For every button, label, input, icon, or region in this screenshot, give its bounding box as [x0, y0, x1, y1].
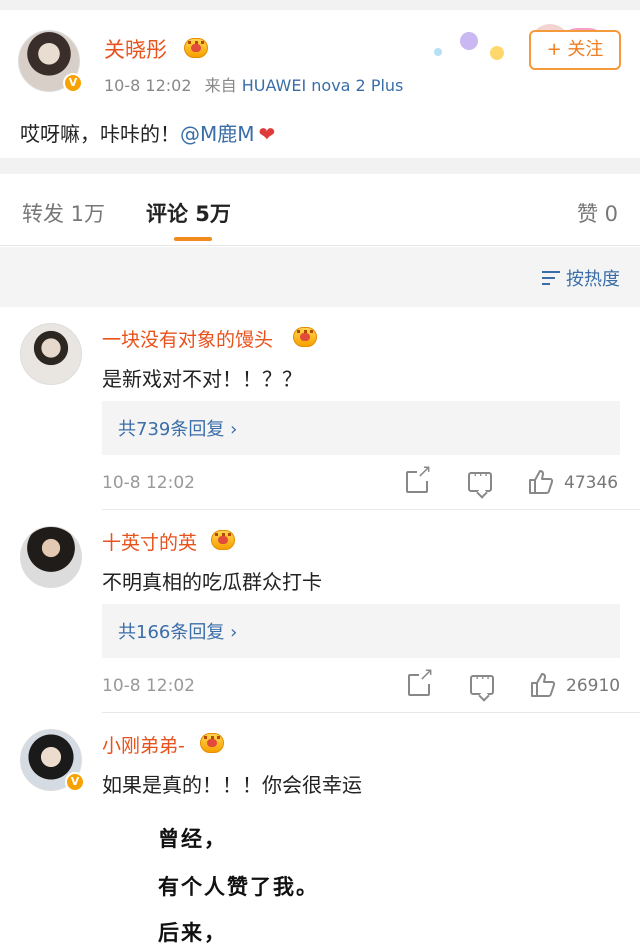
- vip-crown-icon: [211, 530, 235, 550]
- vip-crown-icon: [184, 38, 208, 58]
- heart-icon: ❤: [258, 122, 276, 146]
- post-meta: 10-8 12:02 来自 HUAWEI nova 2 Plus: [104, 72, 403, 96]
- share-icon[interactable]: [406, 463, 433, 493]
- replies-link[interactable]: 共739条回复 ›: [102, 401, 620, 455]
- follow-button[interactable]: + 关注: [529, 30, 621, 70]
- commenter-name[interactable]: 十英寸的英: [102, 528, 197, 555]
- sort-bar: 按热度: [0, 247, 640, 307]
- commenter-name[interactable]: 小刚弟弟-: [102, 731, 185, 758]
- sort-label: 按热度: [566, 269, 620, 290]
- comment-item: 一块没有对象的馒头 是新戏对不对！！？？ 共739条回复 › 10-8 12:0…: [0, 307, 640, 510]
- like-count: 26910: [566, 676, 621, 696]
- vip-crown-icon: [293, 327, 317, 347]
- thumbs-up-icon[interactable]: [528, 469, 554, 495]
- share-icon[interactable]: [408, 666, 435, 696]
- comment-image-text-line: 曾经，: [158, 826, 227, 851]
- verified-icon: V: [65, 772, 85, 792]
- commenter-avatar[interactable]: V: [20, 729, 85, 792]
- commenter-avatar[interactable]: [20, 526, 82, 588]
- device-link[interactable]: HUAWEI nova 2 Plus: [242, 76, 404, 95]
- tab-likes[interactable]: 赞 0: [577, 198, 618, 228]
- comment-image-text-line: 有个人赞了我。: [158, 874, 319, 899]
- section-separator: [0, 158, 640, 174]
- post-time: 10-8 12:02: [104, 76, 192, 95]
- replies-count: 共166条回复 ›: [118, 622, 238, 643]
- post-body: 哎呀嘛，咔咔的！: [20, 122, 180, 146]
- comment-time: 10-8 12:02: [102, 473, 195, 493]
- replies-link[interactable]: 共166条回复 ›: [102, 604, 620, 658]
- weibo-post: V 关晓彤 10-8 12:02 来自 HUAWEI nova 2 Plus +…: [0, 10, 640, 158]
- active-tab-indicator: [174, 237, 212, 241]
- author-name[interactable]: 关晓彤: [104, 34, 167, 64]
- commenter-name[interactable]: 一块没有对象的馒头: [102, 325, 273, 352]
- top-gray-band: [0, 0, 640, 10]
- comment-time: 10-8 12:02: [102, 676, 195, 696]
- commenter-avatar[interactable]: [20, 323, 82, 385]
- comment-text: 如果是真的！！！你会很幸运: [102, 773, 362, 797]
- sort-by-hot-button[interactable]: 按热度: [542, 265, 620, 291]
- tab-comments[interactable]: 评论 5万: [146, 198, 231, 228]
- mention-link[interactable]: @M鹿M: [180, 122, 255, 146]
- post-text: 哎呀嘛，咔咔的！@M鹿M ❤: [20, 118, 275, 147]
- comment-item: 十英寸的英 不明真相的吃瓜群众打卡 共166条回复 › 10-8 12:02 2…: [0, 510, 640, 713]
- author-avatar[interactable]: V: [18, 30, 83, 93]
- comment-text: 不明真相的吃瓜群众打卡: [102, 570, 322, 594]
- like-count: 47346: [564, 473, 619, 493]
- source-prefix: 来自: [204, 76, 237, 95]
- thumbs-up-icon[interactable]: [530, 672, 556, 698]
- reply-icon[interactable]: [468, 468, 492, 492]
- tab-repost[interactable]: 转发 1万: [22, 198, 105, 228]
- replies-count: 共739条回复 ›: [118, 419, 238, 440]
- comment-item: V 小刚弟弟- 如果是真的！！！你会很幸运 曾经， 有个人赞了我。 后来，: [0, 713, 640, 943]
- sort-icon: [542, 269, 562, 287]
- reply-icon[interactable]: [470, 671, 494, 695]
- tab-bar: 转发 1万 评论 5万 赞 0: [0, 174, 640, 246]
- vip-crown-icon: [200, 733, 224, 753]
- comment-image-text-line: 后来，: [158, 920, 227, 943]
- verified-icon: V: [63, 73, 83, 93]
- comment-text: 是新戏对不对！！？？: [102, 367, 302, 391]
